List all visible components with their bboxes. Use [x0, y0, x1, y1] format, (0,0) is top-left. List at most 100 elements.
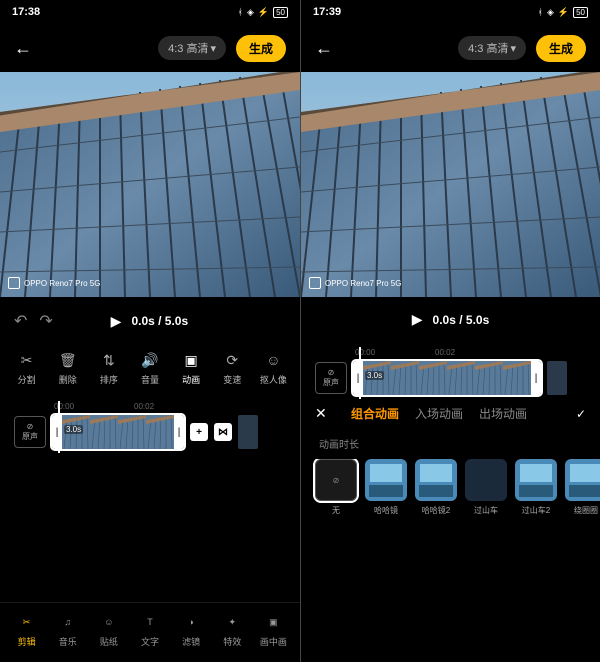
nav-sticker[interactable]: ☺贴纸	[88, 613, 129, 648]
anim-option-haha1[interactable]: 哈哈镜	[365, 459, 407, 516]
tool-speed[interactable]: ⟳变速	[214, 351, 251, 386]
clip-thumbnail	[419, 361, 447, 395]
undo-button[interactable]: ↶	[14, 311, 27, 331]
status-bar: 17:38 ᚼ ◈ ⚡ 50	[0, 0, 300, 24]
clip-duration-label: 3.0s	[365, 371, 384, 380]
watermark-icon	[309, 277, 321, 289]
text-icon: T	[141, 613, 159, 631]
sticker-icon: ☺	[100, 613, 118, 631]
volume-icon: 🔊	[141, 351, 159, 369]
original-audio-toggle[interactable]: ⊘ 原声	[315, 362, 347, 394]
anim-option-circle[interactable]: 绕圈圈	[565, 459, 600, 516]
playback-controls: ↶ ↷ ▶ 0.0s / 5.0s	[0, 297, 300, 345]
aspect-ratio-selector[interactable]: 4:3 高清 ▾	[458, 36, 526, 60]
battery-icon: ⚡	[558, 7, 569, 18]
video-clip[interactable]: | | 3.0s	[353, 361, 541, 395]
timeline[interactable]: 00:00 00:02 ⊘ 原声 | | 3.0s	[301, 342, 600, 395]
tab-in-animation[interactable]: 入场动画	[415, 405, 463, 422]
next-clip[interactable]	[547, 361, 567, 395]
anim-option-coaster2[interactable]: 过山车2	[515, 459, 557, 516]
redo-button[interactable]: ↷	[39, 311, 52, 331]
clip-thumbnail	[447, 361, 475, 395]
edit-tools: ✂分割 🗑删除 ⇅排序 🔊音量 ▣动画 ⟳变速 ☺抠人像	[0, 345, 300, 396]
playhead[interactable]	[58, 401, 60, 453]
chevron-down-icon: ▾	[510, 42, 516, 55]
battery-level: 50	[273, 7, 288, 18]
battery-level: 50	[573, 7, 588, 18]
tool-cutout[interactable]: ☺抠人像	[255, 351, 292, 386]
watermark-icon	[8, 277, 20, 289]
clip-handle-left[interactable]: |	[353, 361, 363, 395]
top-bar: ← 4:3 高清 ▾ 生成	[301, 24, 600, 72]
nav-music[interactable]: ♫音乐	[47, 613, 88, 648]
close-button[interactable]: ✕	[315, 405, 331, 422]
video-clip[interactable]: | | 3.0s	[52, 415, 184, 449]
clip-thumbnail	[118, 415, 146, 449]
anim-option-none[interactable]: ⊘ 无	[315, 459, 357, 516]
timecode: 0.0s / 5.0s	[433, 313, 490, 327]
watermark: OPPO Reno7 Pro 5G	[8, 277, 100, 289]
speed-icon: ⟳	[223, 351, 241, 369]
tab-out-animation[interactable]: 出场动画	[479, 405, 527, 422]
anim-thumbnail	[365, 459, 407, 501]
animation-options: ⊘ 无 哈哈镜 哈哈镜2 过山车 过山车2 绕圈圈	[301, 459, 600, 530]
original-audio-toggle[interactable]: ⊘ 原声	[14, 416, 46, 448]
screen-right: 17:39 ᚼ ◈ ⚡ 50 ← 4:3 高清 ▾ 生成 OPPO Reno7 …	[300, 0, 600, 662]
anim-thumbnail	[415, 459, 457, 501]
clip-thumbnail	[146, 415, 174, 449]
effect-icon: ✦	[223, 613, 241, 631]
generate-button[interactable]: 生成	[536, 35, 586, 62]
transition-button[interactable]: ⋈	[214, 423, 232, 441]
play-button[interactable]: ▶	[412, 311, 423, 328]
tool-sort[interactable]: ⇅排序	[90, 351, 127, 386]
tool-delete[interactable]: 🗑删除	[49, 351, 86, 386]
animation-tabs-row: ✕ 组合动画 入场动画 出场动画 ✓	[301, 395, 600, 432]
bluetooth-icon: ᚼ	[538, 7, 543, 17]
clip-handle-left[interactable]: |	[52, 415, 62, 449]
nav-effect[interactable]: ✦特效	[212, 613, 253, 648]
sort-icon: ⇅	[100, 351, 118, 369]
mute-icon: ⊘	[328, 368, 335, 377]
music-icon: ♫	[59, 613, 77, 631]
nav-pip[interactable]: ▣画中画	[253, 613, 294, 648]
tab-combo-animation[interactable]: 组合动画	[351, 405, 399, 422]
nav-edit[interactable]: ✂剪辑	[6, 613, 47, 648]
tool-animation[interactable]: ▣动画	[173, 351, 210, 386]
next-clip[interactable]	[238, 415, 258, 449]
clip-thumbnail	[475, 361, 503, 395]
video-preview[interactable]: OPPO Reno7 Pro 5G	[301, 72, 600, 297]
clip-thumbnail	[503, 361, 531, 395]
bottom-nav: ✂剪辑 ♫音乐 ☺贴纸 T文字 ◑滤镜 ✦特效 ▣画中画	[0, 602, 300, 662]
tool-volume[interactable]: 🔊音量	[131, 351, 168, 386]
confirm-button[interactable]: ✓	[576, 407, 586, 421]
status-bar: 17:39 ᚼ ◈ ⚡ 50	[301, 0, 600, 24]
aspect-ratio-selector[interactable]: 4:3 高清 ▾	[158, 36, 226, 60]
playhead[interactable]	[359, 347, 361, 399]
clip-thumbnail	[391, 361, 419, 395]
anim-option-coaster[interactable]: 过山车	[465, 459, 507, 516]
battery-icon: ⚡	[258, 7, 269, 18]
timeline-ruler: 00:00 00:02	[0, 402, 300, 411]
nav-text[interactable]: T文字	[129, 613, 170, 648]
bluetooth-icon: ᚼ	[238, 7, 243, 17]
status-time: 17:39	[313, 6, 341, 18]
pip-icon: ▣	[264, 613, 282, 631]
add-clip-button[interactable]: +	[190, 423, 208, 441]
anim-thumbnail	[465, 459, 507, 501]
back-button[interactable]: ←	[315, 38, 335, 59]
anim-option-haha2[interactable]: 哈哈镜2	[415, 459, 457, 516]
back-button[interactable]: ←	[14, 38, 34, 59]
video-preview[interactable]: OPPO Reno7 Pro 5G	[0, 72, 300, 297]
tool-cut[interactable]: ✂分割	[8, 351, 45, 386]
anim-thumbnail	[515, 459, 557, 501]
clip-handle-right[interactable]: |	[174, 415, 184, 449]
animation-duration-label: 动画时长	[301, 432, 600, 459]
trash-icon: 🗑	[59, 351, 77, 369]
timeline[interactable]: 00:00 00:02 ⊘ 原声 | | 3.0s + ⋈	[0, 396, 300, 449]
play-button[interactable]: ▶	[111, 313, 122, 330]
playback-controls: ▶ 0.0s / 5.0s	[301, 297, 600, 342]
scissors-icon: ✂	[18, 351, 36, 369]
clip-handle-right[interactable]: |	[531, 361, 541, 395]
nav-filter[interactable]: ◑滤镜	[171, 613, 212, 648]
generate-button[interactable]: 生成	[236, 35, 286, 62]
